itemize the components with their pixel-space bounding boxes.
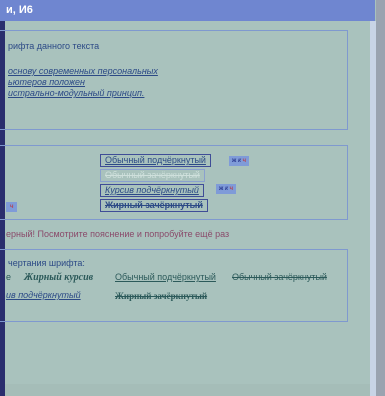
- style-sample-bold-italic: Жирный курсив: [24, 272, 94, 283]
- chip-left-letter: ч: [10, 204, 14, 210]
- option-bold-strikethrough[interactable]: Жирный зачёркнутый: [100, 199, 208, 212]
- sample-line-1: основу современных персональных: [8, 66, 158, 76]
- chip1-bold: ж: [232, 158, 237, 164]
- window-title-bar: и, И6: [0, 0, 375, 21]
- sample-line-3: истрально-модульный принцип.: [8, 88, 145, 98]
- feedback-message: ерный! Посмотрите пояснение и попробуйте…: [6, 229, 230, 239]
- format-chip-left[interactable]: ч: [6, 202, 18, 212]
- window-title: и, И6: [6, 4, 33, 16]
- chip2-underline: ч: [229, 186, 234, 192]
- chip1-italic: к: [237, 158, 241, 164]
- chip1-underline: ч: [242, 158, 247, 164]
- sample-line-2: ьютеров положен: [8, 77, 86, 87]
- style-sample-regular-strikethrough: Обычный зачёркнутый: [232, 272, 327, 282]
- option-italic-underlined[interactable]: Курсив подчёркнутый: [100, 184, 204, 197]
- format-chip-2[interactable]: ж к ч: [216, 184, 237, 194]
- option-regular-underlined[interactable]: Обычный подчёркнутый: [100, 154, 211, 167]
- style-sample-regular-underlined: Обычный подчёркнутый: [115, 272, 216, 282]
- style-sample-italic-underlined: ив подчёркнутый: [6, 290, 81, 300]
- chip2-bold: ж: [219, 186, 224, 192]
- style-sample-fragment: е: [6, 272, 12, 282]
- section3-heading: чертания шрифта:: [8, 258, 85, 268]
- format-chip-1[interactable]: ж к ч: [229, 156, 250, 166]
- option-regular-strikethrough[interactable]: Обычный зачёркнутый: [100, 169, 205, 182]
- bottom-strip: [5, 384, 370, 396]
- section1-heading: рифта данного текста: [8, 41, 100, 51]
- outer-frame: [376, 0, 385, 396]
- chip2-italic: к: [224, 186, 228, 192]
- style-sample-bold-strikethrough: Жирный зачёркнутый: [115, 291, 208, 301]
